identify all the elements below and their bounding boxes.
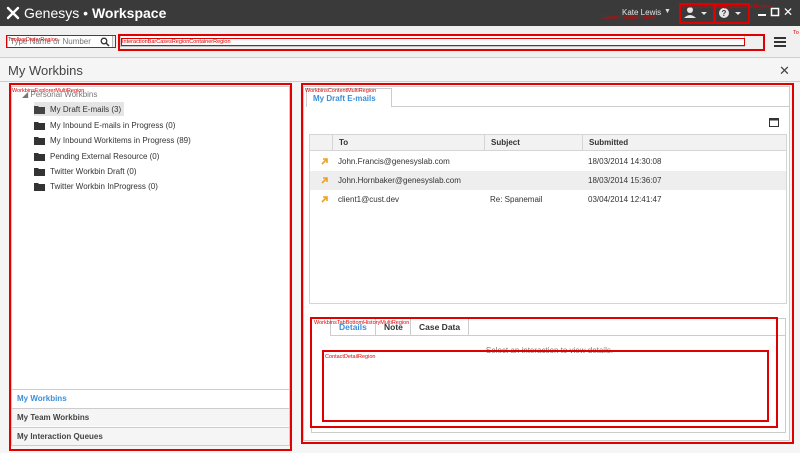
outbound-email-icon [321,196,328,203]
folder-open-icon [34,105,45,114]
outbound-email-icon [321,158,328,165]
close-icon[interactable]: ✕ [779,64,790,77]
workbin-item[interactable]: My Inbound E-mails in Progress (0) [34,118,175,132]
region-label: WorkbinsExplorerMultiRegion [12,88,85,94]
cell-to: client1@cust.dev [338,195,400,204]
column-header-submitted[interactable]: Submitted [582,135,786,150]
maximize-icon[interactable] [769,118,779,127]
table-row[interactable]: client1@cust.dev Re: Spanemail 03/04/201… [310,190,786,209]
cell-to: John.Francis@genesyslab.com [338,157,450,166]
workbin-item[interactable]: My Inbound Workitems in Progress (89) [34,133,191,147]
workbin-item[interactable]: My Draft E-mails (3) [34,102,125,116]
search-icon[interactable] [100,37,110,47]
workbin-content: My Draft E-mails To Subject Submitted Jo… [303,86,790,441]
cell-subject: Re: Spanemail [490,195,543,204]
workbins-explorer: ◢ Personal Workbins My Draft E-mails (3)… [11,86,290,446]
maximize-window-icon[interactable] [770,6,780,18]
region-label: CustomToolBarRegion [601,15,657,21]
folder-icon [34,167,45,176]
hamburger-menu-icon[interactable] [773,35,787,49]
column-header-to[interactable]: To [332,135,484,150]
user-menu-chevron-icon[interactable]: ▼ [664,8,671,15]
nav-my-workbins[interactable]: My Workbins [12,389,289,407]
region-label: HelpSplitButtonRegion [716,4,772,10]
workbin-item[interactable]: Twitter Workbin Draft (0) [34,164,137,178]
region-label: InteractionBarCasesRegionContainerRegion [122,39,231,45]
brand-name: Genesys [24,5,80,21]
nav-my-interaction-queues[interactable]: My Interaction Queues [12,427,289,445]
table-row[interactable]: John.Hornbaker@genesyslab.com 18/03/2014… [310,171,786,190]
window-close-icon[interactable]: ✕ [783,5,795,19]
workbin-item[interactable]: Pending External Resource (0) [34,149,159,163]
svg-text:?: ? [722,9,727,18]
region-label: ToolbarDialerRegion [8,37,58,43]
folder-icon [34,136,45,145]
cell-submitted: 18/03/2014 14:30:08 [588,157,662,166]
title-bar: Genesys • Workspace Kate Lewis ▼ ? ✕ [0,0,800,26]
workbin-item-label: Pending External Resource (0) [50,151,160,161]
folder-icon [34,152,45,161]
grid-header: To Subject Submitted [310,135,786,151]
cell-submitted: 03/04/2014 12:41:47 [588,195,662,204]
details-hint: Select an interaction to view details. [485,346,614,355]
tab-case-data[interactable]: Case Data [410,319,470,336]
main-toolbar [0,26,800,58]
nav-my-team-workbins[interactable]: My Team Workbins [12,408,289,426]
title-separator: • [83,5,89,21]
folder-icon [34,182,45,191]
column-header-subject[interactable]: Subject [484,135,582,150]
region-label: ContactDetailRegion [325,354,376,360]
region-label: WorkbinsTabBottomHistoryMultiRegion [314,320,410,326]
cell-submitted: 18/03/2014 15:36:07 [588,176,662,185]
workbin-item[interactable]: Twitter Workbin InProgress (0) [34,179,158,193]
cell-to: John.Hornbaker@genesyslab.com [338,176,461,185]
details-panel: Details Note Case Data Select an interac… [311,318,786,433]
app-name: Workspace [91,5,167,21]
tab-divider [392,106,789,107]
workbin-item-label: My Draft E-mails (3) [50,104,122,114]
page-header: My Workbins ✕ [0,58,800,82]
app-title: Genesys • Workspace [24,5,166,21]
genesys-logo-icon [6,6,20,20]
tab-divider [462,335,785,336]
workbin-item-label: My Inbound E-mails in Progress (0) [50,120,176,130]
workbin-grid: To Subject Submitted John.Francis@genesy… [309,134,787,304]
page-title: My Workbins [8,63,83,78]
outbound-email-icon [321,177,328,184]
region-label: To [793,30,799,36]
workbin-item-label: Twitter Workbin Draft (0) [50,166,137,176]
region-label: WorkbinsContentMultiRegion [305,88,377,94]
table-row[interactable]: John.Francis@genesyslab.com 18/03/2014 1… [310,152,786,171]
folder-icon [34,121,45,130]
workbin-item-label: My Inbound Workitems in Progress (89) [50,135,191,145]
workbin-item-label: Twitter Workbin InProgress (0) [50,181,158,191]
